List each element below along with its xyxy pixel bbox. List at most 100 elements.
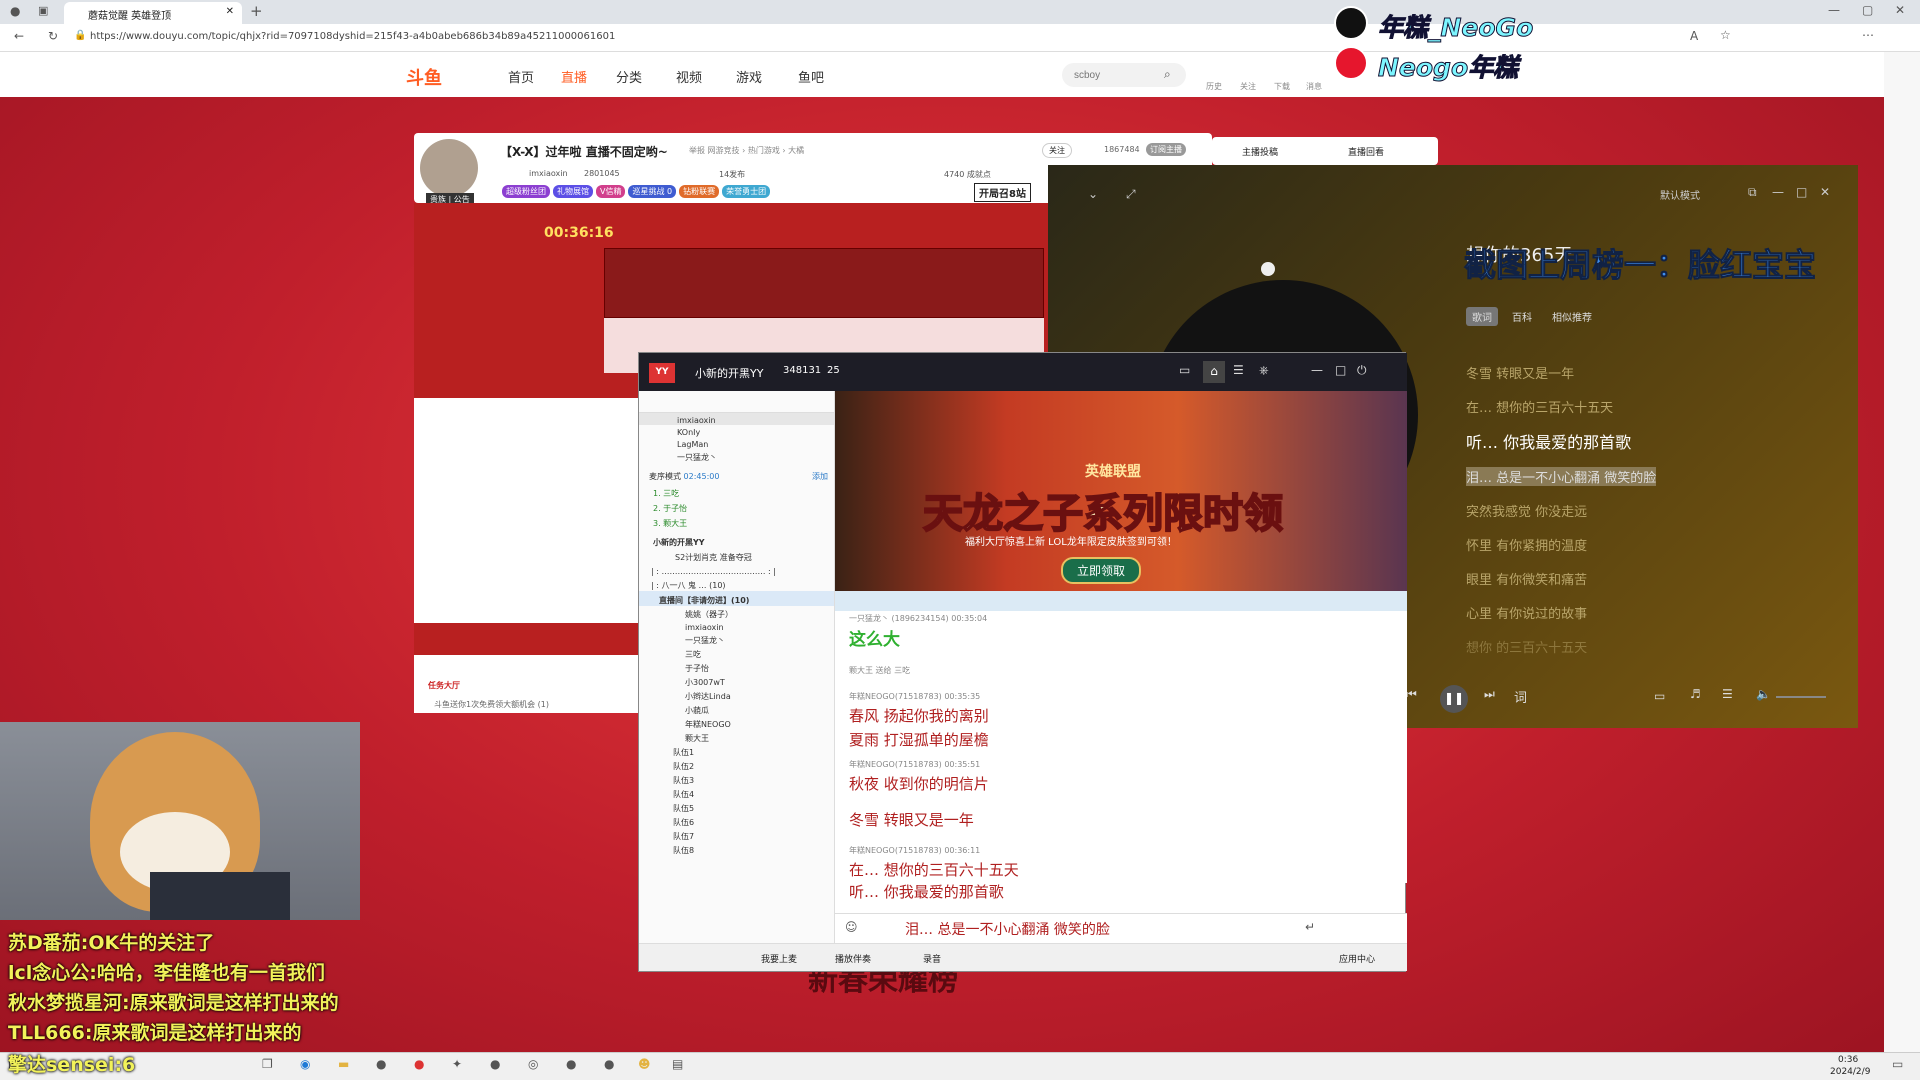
list-item[interactable]: 三吃 bbox=[639, 646, 834, 660]
steam-icon[interactable]: ● bbox=[566, 1057, 576, 1071]
explorer-icon[interactable]: ▬ bbox=[338, 1057, 349, 1071]
minimize-icon[interactable]: — bbox=[1772, 185, 1784, 199]
follow-button[interactable]: 关注 bbox=[1042, 143, 1072, 158]
add-link[interactable]: 添加 bbox=[812, 471, 834, 482]
follow-label[interactable]: 关注 bbox=[1240, 81, 1256, 92]
refresh-icon[interactable]: ↻ bbox=[48, 29, 58, 43]
volume-icon[interactable]: 🔈 bbox=[1756, 687, 1771, 701]
streamer-avatar[interactable] bbox=[420, 139, 478, 197]
tab-actions-icon[interactable]: ▣ bbox=[38, 4, 48, 17]
chat-input[interactable] bbox=[905, 918, 1285, 940]
badge[interactable]: 巡星挑战 0 bbox=[628, 185, 677, 198]
back-icon[interactable]: ← bbox=[14, 29, 24, 43]
minimize-icon[interactable]: — bbox=[1311, 363, 1323, 377]
emoji-icon[interactable]: ☺ bbox=[845, 920, 858, 934]
mic-up-button[interactable]: 我要上麦 bbox=[761, 952, 797, 965]
app-icon[interactable]: ▤ bbox=[672, 1057, 683, 1071]
download-label[interactable]: 下载 bbox=[1274, 81, 1290, 92]
stream-category[interactable]: 举报 网游竞技 › 热门游戏 › 大橘 bbox=[689, 145, 804, 156]
team-row[interactable]: 队伍5 bbox=[639, 800, 834, 814]
team-row[interactable]: 队伍1 bbox=[639, 744, 834, 758]
list-item[interactable]: 姚姚（器子） bbox=[639, 606, 834, 620]
app-center-button[interactable]: 应用中心 bbox=[1339, 952, 1375, 965]
nav-video[interactable]: 视频 bbox=[676, 67, 702, 86]
nav-category[interactable]: 分类 bbox=[616, 67, 642, 86]
accompaniment-button[interactable]: 播放伴奏 bbox=[835, 952, 871, 965]
section-row[interactable]: 直播间【非请勿进】(10) bbox=[639, 591, 834, 606]
app-icon[interactable]: ✦ bbox=[452, 1057, 462, 1071]
maximize-icon[interactable]: □ bbox=[1796, 185, 1807, 199]
task-view-icon[interactable]: ❐ bbox=[262, 1057, 273, 1071]
mode-selector[interactable]: 默认模式 bbox=[1660, 187, 1700, 202]
team-row[interactable]: 队伍7 bbox=[639, 828, 834, 842]
lyric-toggle[interactable]: 词 bbox=[1514, 687, 1527, 706]
claim-button[interactable]: 立即领取 bbox=[1061, 557, 1142, 584]
subgroup-row[interactable]: | : 八一八 鬼 … (10) bbox=[639, 576, 834, 591]
quality-icon[interactable]: ▭ bbox=[1654, 689, 1665, 703]
playlist-icon[interactable]: ☰ bbox=[1722, 687, 1733, 701]
history-label[interactable]: 历史 bbox=[1206, 81, 1222, 92]
favorite-icon[interactable]: ☆ bbox=[1720, 28, 1731, 42]
tab-lyrics[interactable]: 歌词 bbox=[1466, 307, 1498, 326]
edge-icon[interactable]: ◉ bbox=[300, 1057, 310, 1071]
list-item[interactable]: imxiaoxin bbox=[639, 620, 834, 632]
search-icon[interactable]: ⌕ bbox=[1164, 67, 1171, 82]
screen-icon[interactable]: ▭ bbox=[1179, 363, 1190, 377]
douyu-logo[interactable]: 斗鱼 bbox=[406, 64, 442, 90]
nav-game[interactable]: 游戏 bbox=[736, 67, 762, 86]
message-label[interactable]: 消息 bbox=[1306, 81, 1322, 92]
queue-item[interactable]: 3. 颗大王 bbox=[639, 514, 834, 529]
team-row[interactable]: 队伍4 bbox=[639, 786, 834, 800]
collapse-icon[interactable]: ⌄ bbox=[1088, 187, 1098, 201]
browser-tab[interactable]: 蘑菇觉醒 英雄登顶 ✕ bbox=[64, 2, 242, 24]
maximize-icon[interactable]: □ bbox=[1335, 363, 1346, 377]
extensions-icon[interactable]: ⋯ bbox=[1862, 28, 1874, 42]
clock-time[interactable]: 0:36 bbox=[1838, 1055, 1858, 1065]
team-row[interactable]: 队伍2 bbox=[639, 758, 834, 772]
volume-slider[interactable] bbox=[1776, 696, 1826, 698]
queue-item[interactable]: 1. 三吃 bbox=[639, 482, 834, 499]
streamer-name[interactable]: imxiaoxin bbox=[529, 169, 568, 178]
list-item[interactable]: 小3007wT bbox=[639, 674, 834, 688]
pause-icon[interactable]: ❚❚ bbox=[1440, 685, 1468, 713]
next-icon[interactable]: ⏭ bbox=[1484, 687, 1495, 702]
minimize-icon[interactable]: — bbox=[1828, 3, 1840, 17]
expand-icon[interactable]: ⤢ bbox=[1126, 187, 1136, 202]
task-hall[interactable]: 任务大厅 bbox=[428, 680, 460, 691]
window-close-icon[interactable]: ✕ bbox=[1895, 3, 1905, 17]
app-icon[interactable]: ● bbox=[604, 1057, 614, 1071]
app-icon[interactable]: ● bbox=[414, 1057, 424, 1071]
gift-notice[interactable]: 斗鱼送你1次免费领大额机会 (1) bbox=[414, 695, 638, 713]
member-row[interactable]: LagMan bbox=[639, 437, 834, 449]
subscribe-button[interactable]: 订阅主播 bbox=[1146, 143, 1186, 156]
badge[interactable]: 超级粉丝团 bbox=[502, 185, 550, 198]
url-text[interactable]: https://www.douyu.com/topic/qhjx?rid=709… bbox=[90, 31, 615, 42]
app-icon[interactable]: ● bbox=[490, 1057, 500, 1071]
tab-wiki[interactable]: 百科 bbox=[1506, 307, 1538, 326]
gamepad-icon[interactable]: ⎈ bbox=[1259, 363, 1269, 378]
mini-mode-icon[interactable]: ⧉ bbox=[1748, 185, 1757, 200]
power-icon[interactable]: ⏻ bbox=[1357, 363, 1367, 378]
nav-fishbar[interactable]: 鱼吧 bbox=[798, 67, 824, 86]
team-row[interactable]: 队伍8 bbox=[639, 842, 834, 856]
badge[interactable]: V信精 bbox=[596, 185, 626, 198]
notification-icon[interactable]: ▭ bbox=[1892, 1057, 1903, 1071]
list-item[interactable]: 小辫达Linda bbox=[639, 688, 834, 702]
badge[interactable]: 荣誉勇士团 bbox=[722, 185, 771, 198]
tab-replay[interactable]: 直播回看 bbox=[1348, 145, 1384, 158]
list-item[interactable]: 小藐瓜 bbox=[639, 702, 834, 716]
member-row[interactable]: KOnIy bbox=[639, 425, 834, 437]
list-item[interactable]: 一只猛龙丶 bbox=[639, 632, 834, 646]
queue-item[interactable]: 2. 于子怡 bbox=[639, 499, 834, 514]
maximize-icon[interactable]: ▢ bbox=[1862, 3, 1873, 17]
nav-home[interactable]: 首页 bbox=[508, 67, 534, 86]
tab-similar[interactable]: 相似推荐 bbox=[1546, 307, 1598, 326]
app-icon[interactable]: ● bbox=[376, 1057, 386, 1071]
app-icon[interactable]: ◎ bbox=[528, 1057, 538, 1071]
subgroup-row[interactable]: | : ………………………………… : | bbox=[639, 563, 834, 576]
profile-icon[interactable]: ● bbox=[10, 4, 20, 18]
nav-live[interactable]: 直播 bbox=[561, 67, 587, 86]
sound-effect-icon[interactable]: ♬ bbox=[1690, 687, 1701, 701]
badge[interactable]: 钻粉联赛 bbox=[679, 185, 720, 198]
team-row[interactable]: 队伍3 bbox=[639, 772, 834, 786]
